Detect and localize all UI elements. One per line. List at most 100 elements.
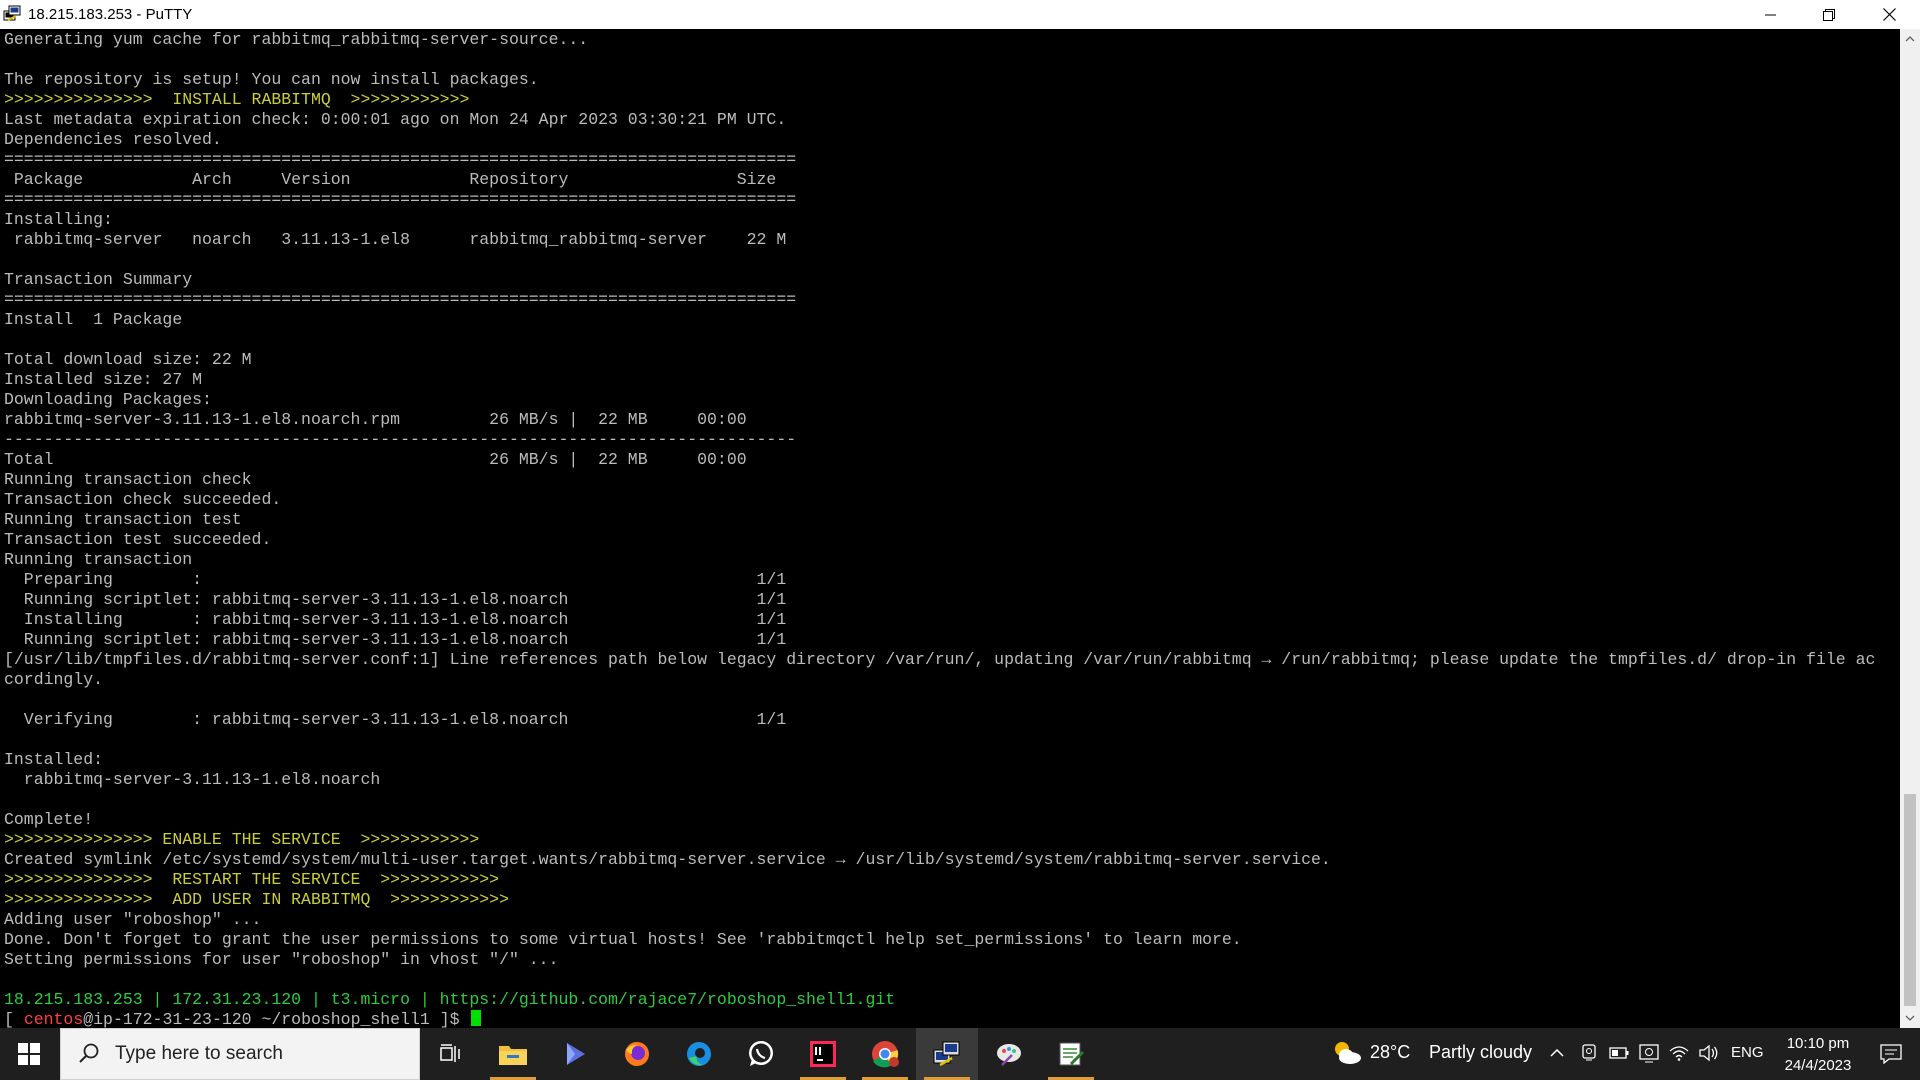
terminal-line: ========================================… <box>4 150 797 169</box>
restore-icon <box>1823 8 1835 21</box>
terminal-line: [/usr/lib/tmpfiles.d/rabbitmq-server.con… <box>4 650 1876 669</box>
terminal-line: Preparing : 1/1 <box>4 570 787 589</box>
prompt-user: centos <box>23 1010 84 1028</box>
show-hidden-icons-button[interactable] <box>1546 1042 1568 1064</box>
taskbar-putty[interactable] <box>916 1028 978 1080</box>
terminal-line: Running scriptlet: rabbitmq-server-3.11.… <box>4 590 787 609</box>
terminal-line: Total download size: 22 M <box>4 350 252 369</box>
taskbar-whatsapp[interactable] <box>730 1028 792 1080</box>
taskbar-paint[interactable] <box>978 1028 1040 1080</box>
clock-date: 24/4/2023 <box>1784 1057 1852 1074</box>
window-titlebar[interactable]: 18.215.183.253 - PuTTY <box>0 0 1920 29</box>
whatsapp-icon <box>749 1041 773 1066</box>
terminal-line: ========================================… <box>4 290 797 309</box>
minimize-icon <box>1765 14 1776 15</box>
chrome-icon <box>872 1041 899 1068</box>
terminal-line: Setting permissions for user "roboshop" … <box>4 950 559 969</box>
window-title: 18.215.183.253 - PuTTY <box>28 6 193 23</box>
taskbar-firefox[interactable] <box>606 1028 668 1080</box>
vertical-scrollbar[interactable] <box>1900 29 1920 1028</box>
firefox-icon <box>625 1042 649 1066</box>
prompt-open: [ <box>4 1010 24 1028</box>
terminal-line: Running transaction <box>4 550 193 569</box>
terminal-line: >>>>>>>>>>>>>>> ENABLE THE SERVICE >>>>>… <box>4 830 480 849</box>
taskbar-blue-app[interactable] <box>544 1028 606 1080</box>
terminal-line: Installed: <box>4 750 104 769</box>
search-placeholder: Type here to search <box>115 1043 283 1064</box>
terminal-line: Verifying : rabbitmq-server-3.11.13-1.el… <box>4 710 787 729</box>
app-blue-icon <box>567 1043 585 1065</box>
file-explorer-icon <box>499 1046 527 1065</box>
terminal-line: Transaction Summary <box>4 270 193 289</box>
restore-button[interactable] <box>1801 0 1857 29</box>
terminal-line: Transaction check succeeded. <box>4 490 282 509</box>
close-icon <box>1883 8 1896 21</box>
tray-device-icon[interactable] <box>1578 1042 1600 1064</box>
update-icon <box>1639 1044 1659 1063</box>
language-indicator[interactable]: ENG <box>1731 1044 1764 1061</box>
battery-button[interactable] <box>1608 1042 1630 1064</box>
shell-prompt[interactable]: [ centos@ip-172-31-23-120 ~/roboshop_she… <box>4 1010 482 1028</box>
terminal-line: Done. Don't forget to grant the user per… <box>4 930 1242 949</box>
terminal-line: Adding user "roboshop" ... <box>4 910 262 929</box>
terminal-line: Installing : rabbitmq-server-3.11.13-1.e… <box>4 610 787 629</box>
start-button[interactable] <box>0 1028 58 1080</box>
terminal-line: >>>>>>>>>>>>>>> RESTART THE SERVICE >>>>… <box>4 870 500 889</box>
scroll-thumb[interactable] <box>1904 794 1916 1006</box>
terminal-line: Package Arch Version Repository Size <box>4 170 777 189</box>
task-view-button[interactable] <box>420 1028 482 1080</box>
wifi-icon <box>1669 1046 1689 1061</box>
terminal-line: 18.215.183.253 | 172.31.23.120 | t3.micr… <box>4 990 896 1009</box>
terminal-line: rabbitmq-server-3.11.13-1.el8.noarch <box>4 770 381 789</box>
terminal-line: ----------------------------------------… <box>4 430 797 449</box>
terminal-line: rabbitmq-server-3.11.13-1.el8.noarch.rpm… <box>4 410 747 429</box>
search-icon <box>79 1043 99 1063</box>
minimize-button[interactable] <box>1743 0 1799 29</box>
terminal-line: >>>>>>>>>>>>>>> ADD USER IN RABBITMQ >>>… <box>4 890 509 909</box>
taskbar-edge[interactable] <box>668 1028 730 1080</box>
terminal-line: Downloading Packages: <box>4 390 212 409</box>
weather-widget[interactable]: 28°C Partly cloudy <box>1326 1028 1532 1080</box>
paint-icon <box>997 1044 1021 1066</box>
prompt-host-path: @ip-172-31-23-120 ~/roboshop_shell1 ]$ <box>83 1010 470 1028</box>
terminal-line: Dependencies resolved. <box>4 130 222 149</box>
chevron-up-icon <box>1550 1049 1564 1057</box>
terminal-line: Transaction test succeeded. <box>4 530 272 549</box>
intellij-icon <box>810 1041 836 1067</box>
terminal-line: Total 26 MB/s | 22 MB 00:00 <box>4 450 747 469</box>
notepad-icon <box>1059 1042 1085 1066</box>
weather-description: Partly cloudy <box>1429 1042 1533 1062</box>
taskbar-chrome[interactable] <box>854 1028 916 1080</box>
taskbar-search[interactable]: Type here to search <box>60 1028 420 1080</box>
volume-button[interactable] <box>1698 1042 1720 1064</box>
taskbar-notepad[interactable] <box>1040 1028 1102 1080</box>
scroll-down-button[interactable] <box>1900 1008 1920 1028</box>
taskbar-file-explorer[interactable] <box>482 1028 544 1080</box>
text-cursor <box>471 1010 482 1026</box>
chevron-down-icon <box>1905 1015 1915 1021</box>
device-icon <box>1582 1044 1596 1061</box>
taskbar: Type here to search 28°C Partly cloudy E… <box>0 1028 1920 1080</box>
terminal-line: Installed size: 27 M <box>4 370 203 389</box>
terminal-line: Running transaction check <box>4 470 252 489</box>
wifi-button[interactable] <box>1668 1042 1690 1064</box>
partly-cloudy-icon <box>1335 1042 1361 1064</box>
putty-icon <box>3 5 21 21</box>
terminal-output[interactable]: Generating yum cache for rabbitmq_rabbit… <box>0 29 1900 1028</box>
notifications-button[interactable] <box>1862 1028 1920 1080</box>
scroll-up-button[interactable] <box>1900 29 1920 49</box>
battery-icon <box>1609 1047 1629 1059</box>
tray-update-button[interactable] <box>1638 1042 1660 1064</box>
clock-time: 10:10 pm <box>1786 1035 1850 1052</box>
terminal-line: cordingly. <box>4 670 104 689</box>
terminal-line: Running transaction test <box>4 510 242 529</box>
close-button[interactable] <box>1859 0 1920 29</box>
terminal-line: ========================================… <box>4 190 797 209</box>
terminal-line: Complete! <box>4 810 94 829</box>
chevron-up-icon <box>1905 36 1915 42</box>
terminal-line: The repository is setup! You can now ins… <box>4 70 539 89</box>
terminal-line: Last metadata expiration check: 0:00:01 … <box>4 110 787 129</box>
terminal-line: Install 1 Package <box>4 310 183 329</box>
taskbar-intellij[interactable] <box>792 1028 854 1080</box>
system-clock[interactable]: 10:10 pm 24/4/2023 <box>1770 1033 1866 1077</box>
